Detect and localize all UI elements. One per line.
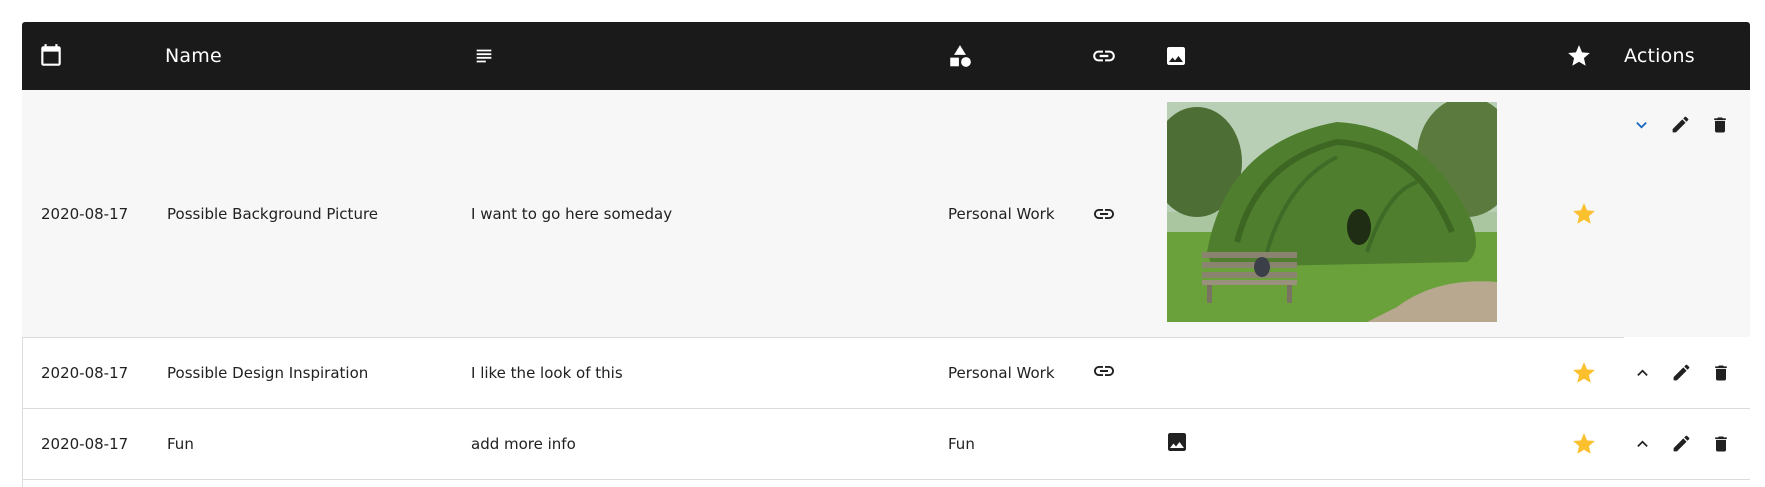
- row-date: 2020-08-17: [41, 435, 129, 453]
- row-date: 2020-08-17: [41, 364, 129, 382]
- pencil-icon: [1673, 435, 1690, 452]
- row-category: Fun: [948, 435, 975, 453]
- row-link-icon[interactable]: [1092, 90, 1116, 337]
- row-actions: [1631, 114, 1730, 135]
- edit-button[interactable]: [1671, 433, 1692, 454]
- expand-button[interactable]: [1632, 362, 1653, 383]
- edit-button[interactable]: [1671, 362, 1692, 383]
- table-header: Name Actions: [22, 22, 1750, 90]
- bookmarks-table: Name Actions 2020-08-17 Possible Backgro…: [22, 22, 1750, 487]
- row-name: Possible Design Inspiration: [167, 364, 369, 382]
- row-name: Fun: [167, 435, 194, 453]
- link-icon[interactable]: [1091, 22, 1117, 90]
- row-description: I like the look of this: [471, 364, 623, 382]
- row-category: Personal Work: [948, 364, 1055, 382]
- row-category: Personal Work: [948, 204, 1055, 223]
- row-actions: [1632, 362, 1731, 383]
- calendar-icon[interactable]: [38, 22, 64, 90]
- row-description: I want to go here someday: [471, 204, 673, 223]
- delete-button[interactable]: [1710, 362, 1731, 383]
- table-row[interactable]: 2020-08-17 Fun add more info Fun: [22, 409, 1750, 479]
- row-divider: [22, 479, 1750, 480]
- chevron-down-icon: [1636, 121, 1647, 128]
- image-icon[interactable]: [1164, 22, 1188, 90]
- row-name: Possible Background Picture: [167, 204, 379, 223]
- header-actions-label: Actions: [1624, 45, 1695, 67]
- chevron-up-icon: [1637, 440, 1648, 447]
- table-row[interactable]: 2020-08-17 Possible Background Picture I…: [22, 90, 1750, 337]
- delete-button[interactable]: [1710, 433, 1731, 454]
- delete-button[interactable]: [1709, 114, 1730, 135]
- pencil-icon: [1672, 116, 1689, 133]
- trash-icon: [1713, 117, 1726, 132]
- category-shapes-icon[interactable]: [947, 22, 973, 90]
- edit-button[interactable]: [1670, 114, 1691, 135]
- star-icon[interactable]: [1566, 22, 1592, 90]
- weeping-tree-photo: [1167, 102, 1497, 322]
- favorite-star-icon[interactable]: [1571, 338, 1597, 408]
- row-description: add more info: [471, 435, 576, 453]
- pencil-icon: [1673, 364, 1690, 381]
- row-date: 2020-08-17: [41, 204, 129, 223]
- row-link-icon[interactable]: [1092, 336, 1116, 406]
- favorite-star-icon[interactable]: [1571, 409, 1597, 479]
- notes-icon[interactable]: [473, 22, 495, 90]
- favorite-star-icon[interactable]: [1571, 90, 1597, 337]
- image-preview[interactable]: [1167, 102, 1497, 322]
- trash-icon: [1714, 436, 1727, 451]
- header-name[interactable]: Name: [165, 22, 222, 90]
- row-image-icon[interactable]: [1165, 407, 1189, 477]
- collapse-button[interactable]: [1631, 114, 1652, 135]
- table-row[interactable]: 2020-08-17 Possible Design Inspiration I…: [22, 338, 1750, 408]
- trash-icon: [1714, 365, 1727, 380]
- header-name-label: Name: [165, 45, 222, 67]
- row-actions: [1632, 433, 1731, 454]
- header-actions: Actions: [1624, 22, 1695, 90]
- chevron-up-icon: [1637, 369, 1648, 376]
- expand-button[interactable]: [1632, 433, 1653, 454]
